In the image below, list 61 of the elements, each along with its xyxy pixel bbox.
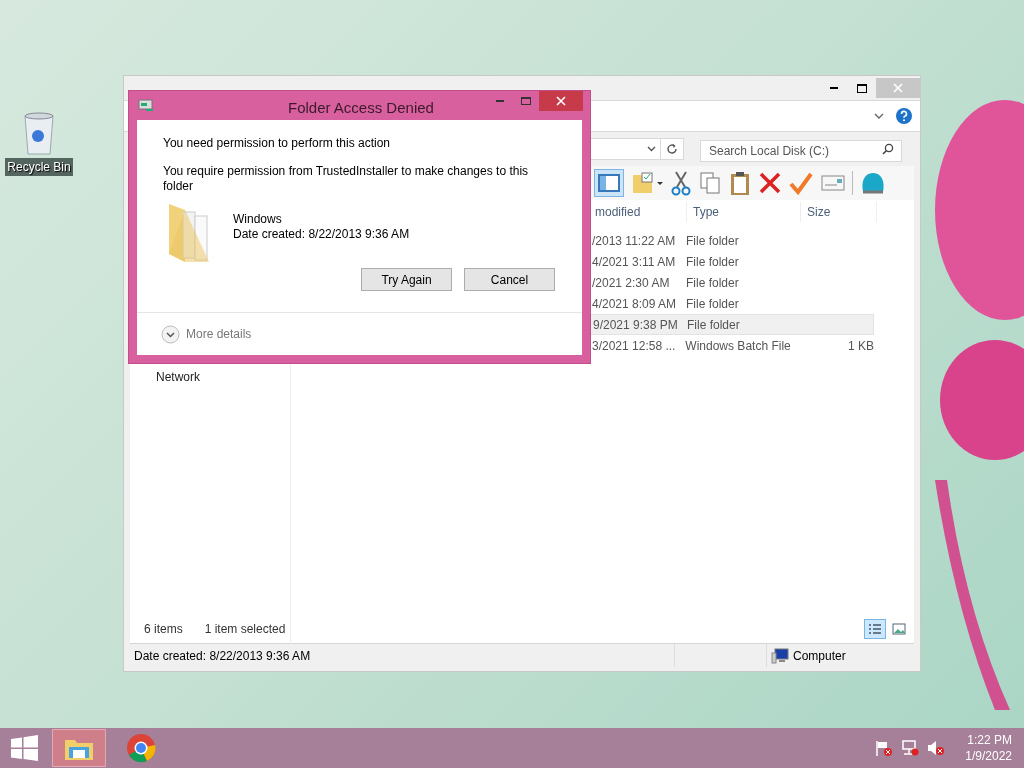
details-view-button[interactable] [864, 619, 886, 639]
rename-icon[interactable] [820, 173, 846, 193]
expand-icon[interactable] [161, 324, 180, 344]
search-field[interactable]: Search Local Disk (C:) [700, 140, 902, 162]
try-again-button[interactable]: Try Again [361, 268, 452, 291]
file-explorer-taskbar-button[interactable] [52, 729, 106, 767]
computer-icon [771, 647, 789, 664]
clipboard-icon[interactable] [728, 170, 752, 196]
size-cell-text: 1 KB [846, 337, 874, 355]
folder-icon[interactable] [630, 171, 664, 195]
copy-icon[interactable] [698, 170, 722, 196]
date-cell-text: /2013 11:22 AM [591, 232, 677, 250]
muted-speaker-icon[interactable] [927, 740, 946, 756]
preview-pane-icon[interactable] [594, 169, 624, 197]
dialog-heading: You need permission to perform this action [163, 135, 391, 152]
date-cell-text: /2021 2:30 AM [591, 274, 671, 292]
selection-count: 1 item selected [204, 621, 286, 638]
type-cell-text: File folder [685, 253, 740, 271]
checkmark-icon[interactable] [788, 171, 814, 195]
column-header[interactable]: Type [687, 202, 801, 222]
file-transfer-icon [138, 98, 154, 113]
dialog-title: Folder Access Denied [288, 98, 434, 118]
delete-icon[interactable] [758, 171, 782, 195]
close-icon [556, 96, 566, 106]
list-icon [868, 623, 882, 635]
close-button[interactable] [539, 91, 583, 111]
refresh-button[interactable] [660, 138, 684, 160]
nav-item[interactable]: Network [156, 368, 200, 386]
flag-icon[interactable] [875, 740, 894, 756]
scissors-icon[interactable] [670, 170, 692, 196]
date-cell-text: 9/2021 9:38 PM [592, 316, 679, 334]
chevron-down-icon[interactable] [874, 112, 884, 120]
search-icon [882, 143, 894, 155]
more-details-link[interactable]: More details [186, 325, 252, 343]
picture-icon [892, 623, 906, 635]
date-cell-text: 4/2021 8:09 AM [591, 295, 678, 313]
cancel-button[interactable]: Cancel [464, 268, 555, 291]
desktop-icon-label[interactable]: Recycle Bin [5, 158, 73, 176]
help-icon[interactable] [896, 108, 912, 124]
type-cell-text: File folder [686, 316, 741, 334]
dialog-message: You require permission from TrustedInstaller to make changes to this folder [163, 164, 530, 194]
date-cell-text: 3/2021 12:58 ... [591, 337, 677, 355]
column-header[interactable]: modified [595, 202, 687, 222]
windows-start-icon[interactable] [11, 735, 38, 761]
status-location: Computer [793, 647, 846, 665]
recycle-bin-icon[interactable] [21, 110, 57, 156]
type-cell-text: File folder [685, 295, 740, 313]
refresh-icon [665, 143, 678, 155]
network-icon[interactable] [901, 740, 920, 756]
status-text: Date created: 8/22/2013 9:36 AM [130, 644, 675, 667]
item-details: Date created: 8/22/2013 9:36 AM [233, 227, 410, 242]
item-count: 6 items [144, 621, 183, 638]
chevron-down-icon[interactable] [646, 146, 656, 152]
type-cell-text: File folder [685, 274, 740, 292]
browser-icon [126, 733, 156, 763]
date-cell-text: 4/2021 3:11 AM [591, 253, 677, 271]
type-cell-text: File folder [685, 232, 740, 250]
column-header[interactable]: Size [801, 202, 877, 222]
close-icon [893, 83, 903, 93]
item-name: Windows [233, 212, 283, 227]
type-cell-text: Windows Batch File [684, 337, 792, 355]
